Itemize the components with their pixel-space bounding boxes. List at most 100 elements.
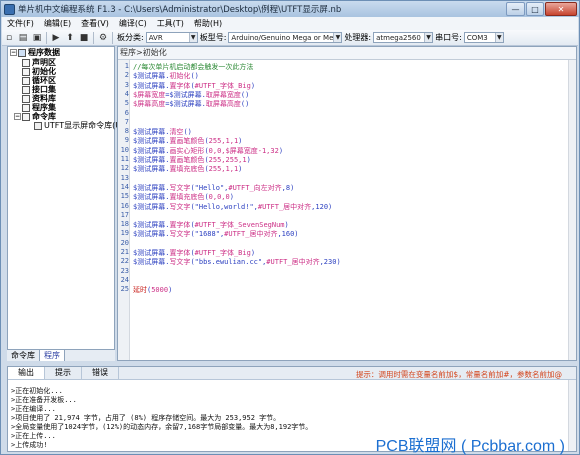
code-token: 置字体 — [169, 81, 191, 90]
title-bar[interactable]: 单片机中文编程系统 F1.3 - C:\Users\Administrator\… — [1, 1, 579, 17]
tree-subitem-utft-library[interactable]: UTFT显示屏命令库(U — [34, 121, 121, 130]
code-token: 初始化 — [169, 72, 191, 81]
tab-command-library[interactable]: 命令库 — [7, 350, 40, 361]
grid-icon — [22, 76, 30, 85]
chevron-down-icon: ▼ — [424, 33, 433, 42]
grid-icon — [22, 103, 30, 112]
code-token: =$测试屏幕. — [165, 100, 206, 109]
tree-subitem-label: UTFT显示屏命令库(U — [44, 121, 122, 130]
code-token: 画实心矩形 — [169, 146, 205, 155]
open-folder-icon[interactable]: ▤ — [17, 32, 29, 44]
tab-hints[interactable]: 提示 — [45, 367, 82, 379]
code-token: () — [240, 100, 250, 109]
board-category-value: AVR — [148, 33, 163, 42]
code-token: ) — [238, 165, 243, 174]
tab-program[interactable]: 程序 — [40, 350, 65, 361]
processor-value: atmega2560 — [376, 33, 421, 42]
code-token: //每次单片机启动都会触发一次此方法 — [133, 63, 254, 71]
code-token: ) — [229, 193, 234, 202]
board-model-value: Arduino/Genuino Mega or Mega 25 — [231, 33, 343, 42]
code-line[interactable]: $测试屏幕.写文字("1688",#UTFT_居中对齐,160) — [133, 229, 299, 239]
code-token: $屏幕高度 — [133, 100, 166, 109]
editor-scrollbar[interactable] — [568, 60, 576, 360]
code-editor[interactable]: 程序>初始化 1 2 3 4 5 6 7 8 9 10 11 12 13 14 15 16 17 18 19 20 21… — [117, 46, 577, 361]
chevron-down-icon: ▼ — [494, 33, 503, 42]
line-number: 22 — [120, 257, 129, 266]
tree-root[interactable]: − 程序数据 — [10, 48, 60, 57]
code-token: ) — [250, 81, 256, 90]
code-token: $测试屏幕. — [133, 221, 170, 230]
line-number: 25 — [120, 285, 129, 294]
code-line[interactable]: $测试屏幕.写文字("Hello,world!",#UTFT_居中对齐,120) — [133, 202, 332, 212]
save-icon[interactable]: ▣ — [31, 32, 43, 44]
code-token: () — [183, 128, 192, 137]
upload-icon[interactable]: ⬆ — [64, 32, 76, 44]
code-token: 0,0,$屏幕宽度-1,32 — [208, 146, 279, 155]
code-token: 5000 — [151, 286, 169, 295]
code-token: 255,1,1 — [208, 137, 239, 146]
board-category-select[interactable]: AVR ▼ — [145, 32, 198, 43]
close-button[interactable]: ✕ — [545, 2, 577, 16]
code-token: 写文字 — [169, 230, 191, 239]
line-number: 3 — [124, 80, 129, 89]
maximize-button[interactable]: □ — [526, 2, 544, 16]
run-icon[interactable]: ▶ — [50, 32, 62, 44]
code-token: 255,1,1 — [208, 165, 239, 174]
code-token: =$测试屏幕. — [165, 90, 206, 99]
code-token: 取屏幕高度 — [205, 100, 241, 109]
code-token: $测试屏幕. — [133, 230, 170, 239]
code-token: $测试屏幕. — [133, 137, 170, 146]
code-token: ,8) — [281, 183, 295, 192]
code-line[interactable]: 延时(5000) — [133, 285, 172, 295]
code-token: 0,0,0 — [208, 193, 230, 202]
app-window: 单片机中文编程系统 F1.3 - C:\Users\Administrator\… — [0, 0, 580, 455]
menu-tools[interactable]: 工具(T) — [152, 18, 189, 29]
minimize-button[interactable]: — — [506, 2, 525, 16]
code-token: #UTFT_向左对齐 — [228, 183, 282, 192]
grid-icon — [22, 67, 30, 76]
line-number: 4 — [124, 89, 129, 98]
toolbar-separator — [112, 31, 113, 44]
line-number: 20 — [120, 238, 129, 247]
code-token: $测试屏幕. — [133, 258, 170, 267]
line-number: 18 — [120, 220, 129, 229]
output-line: >全局变量使用了1024字节，(12%)的动态内存，余留7,168字节局部变量。… — [11, 423, 313, 431]
code-token: ) — [278, 146, 284, 155]
tab-errors[interactable]: 错误 — [82, 367, 119, 379]
processor-select[interactable]: atmega2560 ▼ — [373, 32, 434, 43]
collapse-icon[interactable]: − — [10, 49, 17, 56]
menu-file[interactable]: 文件(F) — [2, 18, 39, 29]
line-number: 19 — [120, 229, 129, 238]
line-number: 6 — [124, 108, 129, 117]
menu-view[interactable]: 查看(V) — [76, 18, 114, 29]
code-token: #UTFT_字体_Big — [194, 249, 251, 257]
code-token: 置画笔颜色 — [169, 137, 205, 146]
collapse-icon[interactable]: − — [14, 113, 21, 120]
settings-icon[interactable]: ⚙ — [97, 32, 109, 44]
code-token: 置填充底色 — [169, 193, 205, 202]
menu-compile[interactable]: 编译(C) — [114, 18, 152, 29]
tab-output[interactable]: 输出 — [8, 367, 45, 379]
code-line[interactable]: $测试屏幕.置填充底色(255,1,1) — [133, 164, 242, 174]
code-token: ) — [250, 249, 256, 257]
board-model-select[interactable]: Arduino/Genuino Mega or Mega 25 ▼ — [228, 32, 343, 43]
code-token: $测试屏幕. — [133, 156, 170, 164]
line-number: 2 — [124, 71, 129, 80]
code-token: ("bbs.ewulian.cc", — [190, 258, 267, 267]
code-token: 写文字 — [169, 258, 191, 267]
code-token: ) — [238, 137, 243, 146]
code-token: 置字体 — [169, 249, 191, 257]
code-token: ("Hello", — [190, 183, 229, 192]
stop-icon[interactable]: ■ — [78, 32, 90, 44]
new-file-icon[interactable]: ▫ — [3, 32, 15, 44]
menu-edit[interactable]: 编辑(E) — [39, 18, 76, 29]
code-line[interactable]: $测试屏幕.写文字("bbs.ewulian.cc",#UTFT_居中对齐,23… — [133, 257, 341, 267]
toolbar-separator — [46, 31, 47, 44]
output-scrollbar[interactable] — [568, 380, 576, 451]
menu-help[interactable]: 帮助(H) — [189, 18, 227, 29]
port-value: COM3 — [466, 33, 488, 42]
board-category-label: 板分类: — [117, 33, 144, 42]
port-select[interactable]: COM3 ▼ — [463, 32, 504, 43]
code-token: 置填充底色 — [169, 165, 205, 174]
code-line[interactable]: $屏幕高度=$测试屏幕.取屏幕高度() — [133, 99, 249, 109]
